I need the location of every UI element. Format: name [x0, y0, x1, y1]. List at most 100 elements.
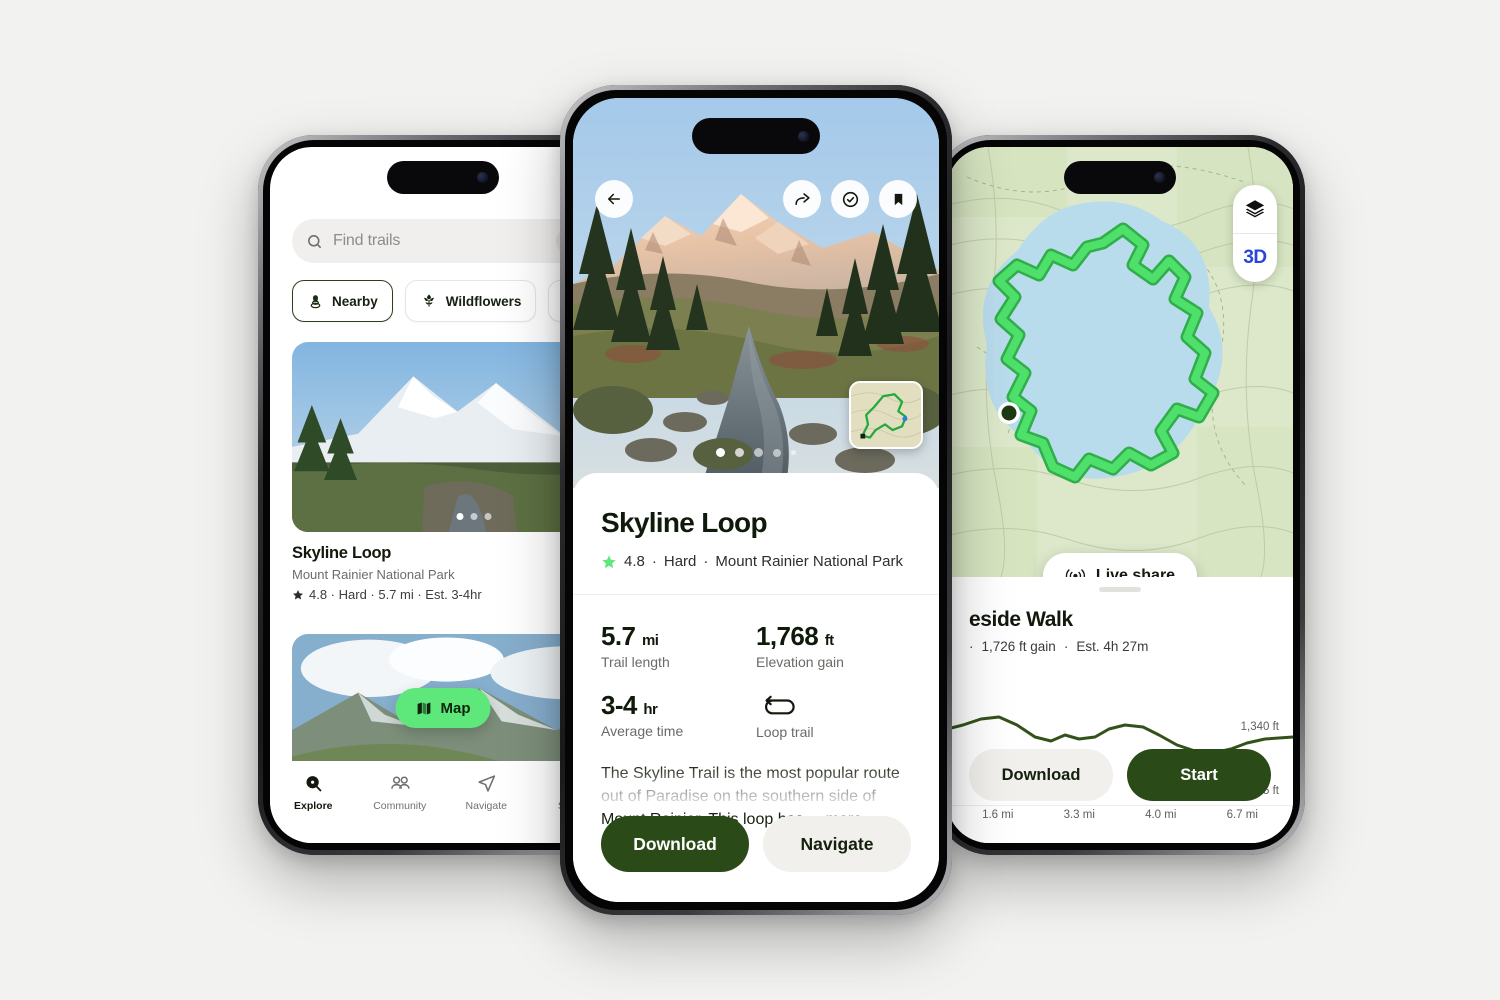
hero-top-actions [573, 180, 939, 218]
stat-loop-trail: Loop trail [756, 690, 911, 740]
stat-label: Average time [601, 723, 684, 739]
screenshot-stage: Find trails Nearby Wildflowers Skyline L… [0, 0, 1500, 1000]
navigate-button[interactable]: Navigate [763, 816, 911, 872]
meta-separator: · [651, 553, 657, 570]
x-tick: 6.7 mi [1226, 809, 1258, 821]
share-button[interactable] [783, 180, 821, 218]
live-share-label: Live share [1095, 567, 1176, 577]
stat-unit: mi [641, 632, 659, 649]
phone-right-map: 3D Live share eside Walk · 1,726 ft gain… [935, 135, 1305, 855]
tab-community[interactable]: Community [357, 773, 444, 812]
dynamic-island [692, 118, 820, 154]
stat-label: Elevation gain [756, 654, 844, 670]
flower-icon [420, 292, 438, 310]
search-placeholder: Find trails [333, 232, 401, 249]
park-name: Mount Rainier National Park [715, 553, 903, 570]
meta-separator: · [1063, 639, 1069, 654]
stat-unit: ft [824, 632, 834, 649]
layers-button[interactable] [1233, 185, 1277, 233]
stat-elevation-gain: 1,768 ft Elevation gain [756, 621, 911, 670]
search-circle-icon [303, 773, 324, 794]
camera-dot [477, 172, 488, 183]
hero-right-actions [783, 180, 917, 218]
check-circle-button[interactable] [831, 180, 869, 218]
stat-unit: hr [643, 701, 658, 718]
star-icon [292, 589, 304, 601]
paper-plane-icon [476, 773, 497, 794]
photo-carousel-dots[interactable] [456, 513, 492, 520]
mini-map-thumbnail[interactable] [849, 381, 923, 449]
tab-label: Community [373, 800, 427, 812]
right-screen: 3D Live share eside Walk · 1,726 ft gain… [947, 147, 1293, 843]
filter-chip-nearby[interactable]: Nearby [292, 280, 393, 322]
trail-detail-card: Skyline Loop 4.8 · Hard · Mount Rainier … [573, 473, 939, 902]
trail-subtitle: 4.8 · Hard · Mount Rainier National Park [601, 553, 939, 570]
map-controls[interactable]: 3D [1233, 185, 1277, 282]
trail-card-meta-text: 4.8 · Hard · 5.7 mi · Est. 3-4hr [309, 587, 482, 602]
bookmark-button[interactable] [879, 180, 917, 218]
chart-x-axis: 1.6 mi 3.3 mi 4.0 mi 6.7 mi [947, 809, 1293, 821]
phone-center-trail-detail: Skyline Loop 4.8 · Hard · Mount Rainier … [560, 85, 952, 915]
meta-separator: · [703, 553, 709, 570]
trail-stats: 5.7 mi Trail length 1,768 ft Elevation g… [573, 595, 939, 740]
stat-average-time: 3-4 hr Average time [601, 690, 756, 740]
estimated-time: Est. 4h 27m [1076, 639, 1149, 654]
search-icon [306, 233, 323, 250]
people-icon [389, 773, 411, 794]
start-button[interactable]: Start [1127, 749, 1271, 801]
filter-chip-row: Nearby Wildflowers [292, 280, 601, 322]
three-d-label: 3D [1243, 247, 1267, 268]
layers-icon [1244, 198, 1266, 220]
three-d-button[interactable]: 3D [1233, 234, 1277, 282]
action-buttons: Download Start [947, 749, 1293, 801]
map-button[interactable]: Map [395, 688, 491, 728]
stat-value: 1,768 [756, 621, 819, 651]
download-button[interactable]: Download [969, 749, 1113, 801]
stat-trail-length: 5.7 mi Trail length [601, 621, 756, 670]
camera-dot [798, 130, 809, 142]
back-button[interactable] [595, 180, 633, 218]
chart-ymax-label: 1,340 ft [1240, 721, 1279, 733]
star-icon [601, 554, 617, 570]
sheet-grabber[interactable] [1099, 587, 1141, 592]
trail-detail-sheet: eside Walk · 1,726 ft gain · Est. 4h 27m… [947, 577, 1293, 843]
dynamic-island [1064, 161, 1176, 194]
filter-chip-wildflowers[interactable]: Wildflowers [404, 280, 537, 322]
chart-axis-line [947, 805, 1293, 806]
x-tick: 3.3 mi [1063, 809, 1095, 821]
map-button-label: Map [440, 699, 471, 717]
live-share-button[interactable]: Live share [1042, 553, 1198, 577]
rating-value: 4.8 [624, 553, 645, 570]
filter-chip-label: Nearby [332, 293, 378, 309]
trail-title: eside Walk [969, 608, 1073, 631]
tab-label: Navigate [465, 800, 507, 812]
trail-hero-photo[interactable] [573, 98, 939, 488]
broadcast-icon [1065, 567, 1086, 577]
trail-title: Skyline Loop [601, 507, 768, 538]
loop-arrow-icon [756, 693, 800, 719]
elevation-gain: 1,726 ft gain [981, 639, 1056, 654]
trail-map[interactable]: 3D Live share [947, 147, 1293, 577]
dynamic-island [387, 161, 499, 194]
download-button[interactable]: Download [601, 816, 749, 872]
center-screen: Skyline Loop 4.8 · Hard · Mount Rainier … [573, 98, 939, 902]
action-buttons: Download Navigate [573, 816, 939, 872]
x-tick: 1.6 mi [982, 809, 1014, 821]
stat-label: Loop trail [756, 724, 814, 740]
tab-explore[interactable]: Explore [270, 773, 357, 812]
difficulty: Hard [663, 553, 697, 570]
tab-label: Explore [293, 800, 333, 812]
camera-dot [1154, 172, 1165, 183]
trail-meta: · 1,726 ft gain · Est. 4h 27m [969, 639, 1293, 654]
stat-label: Trail length [601, 654, 670, 670]
hero-carousel-dots[interactable] [716, 448, 796, 457]
filter-chip-label: Wildflowers [445, 293, 522, 309]
stat-value: 3-4 [601, 690, 637, 720]
map-fold-icon [416, 700, 433, 717]
tab-navigate[interactable]: Navigate [443, 773, 530, 812]
location-pin-icon [307, 293, 324, 310]
meta-separator: · [969, 639, 974, 654]
description-fade [573, 764, 939, 810]
search-input[interactable]: Find trails [292, 219, 594, 263]
stat-value: 5.7 [601, 621, 636, 651]
